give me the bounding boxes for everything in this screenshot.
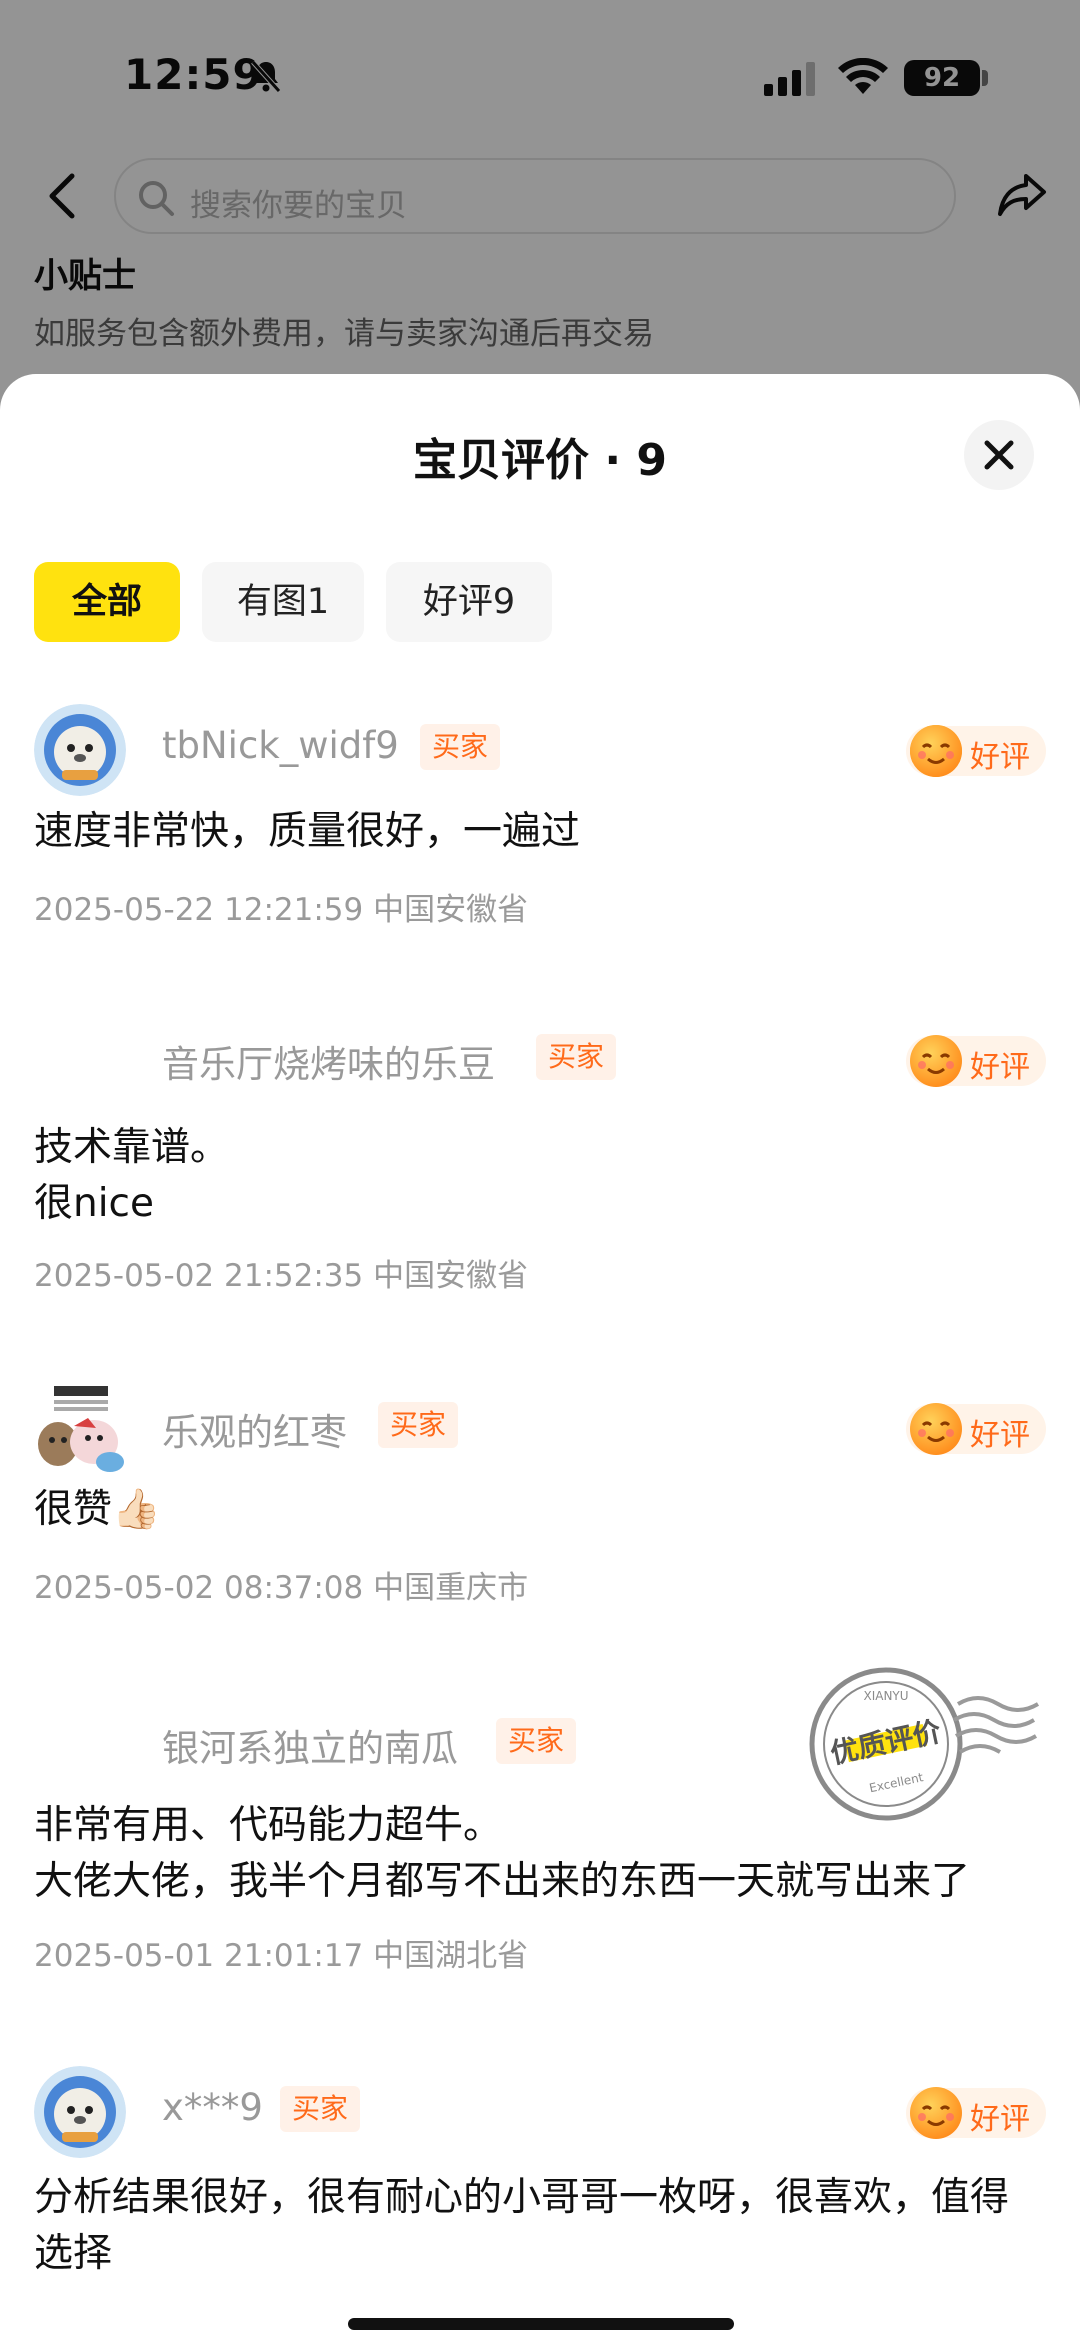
home-indicator[interactable] xyxy=(348,2318,734,2330)
filter-with-images[interactable]: 有图1 xyxy=(202,562,364,642)
smile-face-icon xyxy=(910,2087,962,2139)
review-text: 分析结果很好，很有耐心的小哥哥一枚呀，很喜欢，值得选择 xyxy=(34,2175,1010,2276)
review-item: 音乐厅烧烤味的乐豆 买家 好评 技术靠谱。 很nice 2025-05-02 2… xyxy=(0,1014,1080,1294)
close-button[interactable] xyxy=(964,420,1034,490)
positive-rating-badge: 好评 xyxy=(906,2087,1046,2139)
review-meta: 2025-05-01 21:01:17 中国湖北省 xyxy=(34,1938,529,1974)
seal-astronaut-icon xyxy=(34,704,126,796)
review-item: x***9 买家 好评 分析结果很好，很有耐心的小哥哥一枚呀，很喜欢，值得选择 xyxy=(0,2066,1080,2326)
username[interactable]: tbNick_widf9 xyxy=(162,724,399,767)
excellent-review-stamp-icon: XIANYU 优质评价 Excellent xyxy=(809,1667,1040,1821)
filter-positive[interactable]: 好评9 xyxy=(386,562,552,642)
buyer-tag: 买家 xyxy=(420,724,501,770)
positive-rating-badge: 好评 xyxy=(906,1403,1046,1455)
positive-rating-badge: 好评 xyxy=(906,725,1046,777)
buyer-tag: 买家 xyxy=(280,2086,361,2132)
rating-label: 好评 xyxy=(970,2102,1030,2137)
avatar[interactable] xyxy=(34,1014,126,1106)
stamp-top: XIANYU xyxy=(863,1689,908,1703)
smile-face-icon xyxy=(910,1035,962,1087)
filter-all[interactable]: 全部 xyxy=(34,562,180,642)
smile-face-icon xyxy=(910,725,962,777)
review-meta: 2025-05-22 12:21:59 中国安徽省 xyxy=(34,892,529,928)
buyer-tag: 买家 xyxy=(496,1718,577,1764)
rating-label: 好评 xyxy=(970,1050,1030,1085)
smile-face-icon xyxy=(910,1403,962,1455)
rating-label: 好评 xyxy=(970,740,1030,775)
avatar[interactable] xyxy=(34,1382,126,1474)
username[interactable]: 银河系独立的南瓜 xyxy=(162,1718,458,1772)
positive-rating-badge: 好评 xyxy=(906,1035,1046,1087)
review-item: 乐观的红枣 买家 好评 很赞👍🏻 2025-05-02 08:37:08 中国重… xyxy=(0,1382,1080,1606)
buyer-tag: 买家 xyxy=(536,1034,617,1080)
close-icon xyxy=(984,440,1014,470)
sheet-title: 宝贝评价 · 9 xyxy=(413,435,667,486)
review-text: 技术靠谱。 很nice xyxy=(34,1125,230,1226)
avatar[interactable] xyxy=(34,2066,126,2158)
review-meta: 2025-05-02 08:37:08 中国重庆市 xyxy=(34,1570,529,1606)
review-text: 速度非常快，质量很好，一遍过 xyxy=(34,809,581,854)
seal-astronaut-icon xyxy=(34,2066,126,2158)
username[interactable]: 乐观的红枣 xyxy=(162,1402,347,1456)
cartoon-animals-icon xyxy=(34,1382,126,1474)
reviews-sheet: 宝贝评价 · 9 全部 有图1 好评9 tbNick_widf9 买家 好评 速… xyxy=(0,374,1080,2347)
username[interactable]: x***9 xyxy=(162,2086,263,2129)
review-item: tbNick_widf9 买家 好评 速度非常快，质量很好，一遍过 2025-0… xyxy=(0,704,1080,928)
avatar[interactable] xyxy=(34,704,126,796)
username[interactable]: 音乐厅烧烤味的乐豆 xyxy=(162,1034,495,1088)
review-text: 很赞👍🏻 xyxy=(34,1487,161,1532)
buyer-tag: 买家 xyxy=(378,1402,459,1448)
rating-label: 好评 xyxy=(970,1418,1030,1453)
review-meta: 2025-05-02 21:52:35 中国安徽省 xyxy=(34,1258,529,1294)
avatar[interactable] xyxy=(34,1698,126,1790)
